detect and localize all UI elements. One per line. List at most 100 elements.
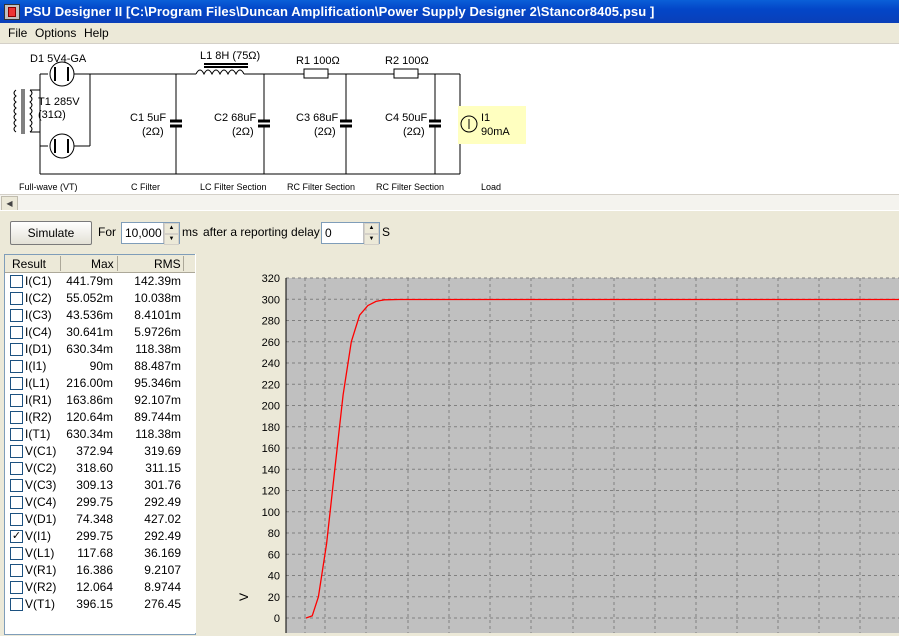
row-checkbox[interactable] xyxy=(10,309,23,322)
row-checkbox[interactable] xyxy=(10,513,23,526)
table-row[interactable]: I(C1) 441.79m 142.39m xyxy=(5,273,195,290)
menu-help[interactable]: Help xyxy=(84,26,109,40)
rectifier-label[interactable]: D1 5V4-GA xyxy=(30,53,86,65)
row-checkbox[interactable] xyxy=(10,326,23,339)
results-header: Result Max RMS xyxy=(5,255,195,273)
r1-label[interactable]: R1 100Ω xyxy=(296,55,340,67)
simulate-button[interactable]: Simulate xyxy=(10,221,92,245)
row-checkbox[interactable] xyxy=(10,428,23,441)
row-max: 318.60 xyxy=(76,461,113,475)
row-max: 55.052m xyxy=(66,291,113,305)
table-row[interactable]: V(R1) 16.386 9.2107 xyxy=(5,562,195,579)
load-highlight[interactable] xyxy=(458,106,526,144)
c1-res: (2Ω) xyxy=(142,126,164,138)
table-row[interactable]: V(C2) 318.60 311.15 xyxy=(5,460,195,477)
section-label[interactable]: Full-wave (VT) xyxy=(19,182,78,192)
table-row[interactable]: I(C2) 55.052m 10.038m xyxy=(5,290,195,307)
column-max[interactable]: Max xyxy=(91,257,114,271)
table-row[interactable]: I(D1) 630.34m 118.38m xyxy=(5,341,195,358)
plot-area xyxy=(286,278,899,633)
row-checkbox[interactable] xyxy=(10,411,23,424)
row-checkbox[interactable] xyxy=(10,394,23,407)
row-rms: 292.49 xyxy=(144,495,181,509)
scroll-left-icon[interactable]: ◀ xyxy=(1,196,18,211)
app-icon[interactable] xyxy=(4,4,20,20)
spin-down-icon[interactable]: ▼ xyxy=(364,234,379,245)
row-rms: 92.107m xyxy=(134,393,181,407)
row-checkbox[interactable] xyxy=(10,275,23,288)
row-max: 630.34m xyxy=(66,342,113,356)
table-row[interactable]: V(D1) 74.348 427.02 xyxy=(5,511,195,528)
table-row[interactable]: V(L1) 117.68 36.169 xyxy=(5,545,195,562)
spin-up-icon[interactable]: ▲ xyxy=(164,223,179,234)
table-row[interactable]: ✓ V(I1) 299.75 292.49 xyxy=(5,528,195,545)
spin-down-icon[interactable]: ▼ xyxy=(164,234,179,245)
c4-label[interactable]: C4 50uF xyxy=(385,112,427,124)
table-row[interactable]: I(R1) 163.86m 92.107m xyxy=(5,392,195,409)
row-name: V(D1) xyxy=(25,512,57,526)
table-row[interactable]: I(L1) 216.00m 95.346m xyxy=(5,375,195,392)
duration-spinbox[interactable]: 10,000 ▲ ▼ xyxy=(121,222,180,245)
l1-label[interactable]: L1 8H (75Ω) xyxy=(200,50,260,62)
results-list[interactable]: Result Max RMS I(C1) 441.79m 142.39m I(C2) 5… xyxy=(4,254,196,635)
horizontal-scrollbar[interactable]: ◀ xyxy=(0,194,899,211)
load-label[interactable]: I1 xyxy=(481,112,490,124)
table-row[interactable]: I(C3) 43.536m 8.4101m xyxy=(5,307,195,324)
menu-file[interactable]: File xyxy=(8,26,27,40)
row-checkbox[interactable]: ✓ xyxy=(10,530,23,543)
row-checkbox[interactable] xyxy=(10,445,23,458)
table-row[interactable]: V(R2) 12.064 8.9744 xyxy=(5,579,195,596)
resistor-r2 xyxy=(393,68,419,79)
section-label[interactable]: RC Filter Section xyxy=(376,182,444,192)
section-label[interactable]: Load xyxy=(481,182,501,192)
spin-up-icon[interactable]: ▲ xyxy=(364,223,379,234)
table-row[interactable]: V(C3) 309.13 301.76 xyxy=(5,477,195,494)
section-label[interactable]: LC Filter Section xyxy=(200,182,267,192)
row-checkbox[interactable] xyxy=(10,496,23,509)
row-checkbox[interactable] xyxy=(10,377,23,390)
voltage-chart[interactable]: 0 20 40 60 80 100 120 140 160 180 200 220 240 260 280 3… xyxy=(196,254,899,633)
row-checkbox[interactable] xyxy=(10,547,23,560)
transformer-label[interactable]: T1 285V xyxy=(38,96,80,108)
menu-options[interactable]: Options xyxy=(35,26,76,40)
delay-spinbox[interactable]: 0 ▲ ▼ xyxy=(321,222,380,245)
section-label[interactable]: RC Filter Section xyxy=(287,182,355,192)
y-tick-label: 20 xyxy=(268,592,280,604)
r2-label[interactable]: R2 100Ω xyxy=(385,55,429,67)
inductor-l1 xyxy=(195,69,245,76)
row-rms: 118.38m xyxy=(135,342,181,356)
c2-label[interactable]: C2 68uF xyxy=(214,112,256,124)
c1-label[interactable]: C1 5uF xyxy=(130,112,166,124)
row-name: I(C2) xyxy=(25,291,52,305)
row-checkbox[interactable] xyxy=(10,564,23,577)
table-row[interactable]: I(R2) 120.64m 89.744m xyxy=(5,409,195,426)
row-checkbox[interactable] xyxy=(10,598,23,611)
row-checkbox[interactable] xyxy=(10,360,23,373)
table-row[interactable]: V(C1) 372.94 319.69 xyxy=(5,443,195,460)
y-tick-label: 260 xyxy=(262,337,280,349)
table-row[interactable]: I(T1) 630.34m 118.38m xyxy=(5,426,195,443)
section-label[interactable]: C Filter xyxy=(131,182,160,192)
table-row[interactable]: V(T1) 396.15 276.45 xyxy=(5,596,195,613)
row-checkbox[interactable] xyxy=(10,292,23,305)
row-checkbox[interactable] xyxy=(10,479,23,492)
row-name: I(I1) xyxy=(25,359,47,373)
row-checkbox[interactable] xyxy=(10,462,23,475)
row-name: I(T1) xyxy=(25,427,51,441)
c3-label[interactable]: C3 68uF xyxy=(296,112,338,124)
table-row[interactable]: I(I1) 90m 88.487m xyxy=(5,358,195,375)
duration-value[interactable]: 10,000 xyxy=(125,226,162,240)
row-rms: 9.2107 xyxy=(144,563,181,577)
row-name: I(C1) xyxy=(25,274,52,288)
c4-res: (2Ω) xyxy=(403,126,425,138)
rectifier-tube-1 xyxy=(49,61,75,87)
row-rms: 142.39m xyxy=(134,274,181,288)
row-checkbox[interactable] xyxy=(10,343,23,356)
row-checkbox[interactable] xyxy=(10,581,23,594)
for-label: For xyxy=(98,225,116,239)
table-row[interactable]: I(C4) 30.641m 5.9726m xyxy=(5,324,195,341)
column-result[interactable]: Result xyxy=(12,257,46,271)
column-rms[interactable]: RMS xyxy=(154,257,181,271)
delay-value[interactable]: 0 xyxy=(325,226,332,240)
table-row[interactable]: V(C4) 299.75 292.49 xyxy=(5,494,195,511)
